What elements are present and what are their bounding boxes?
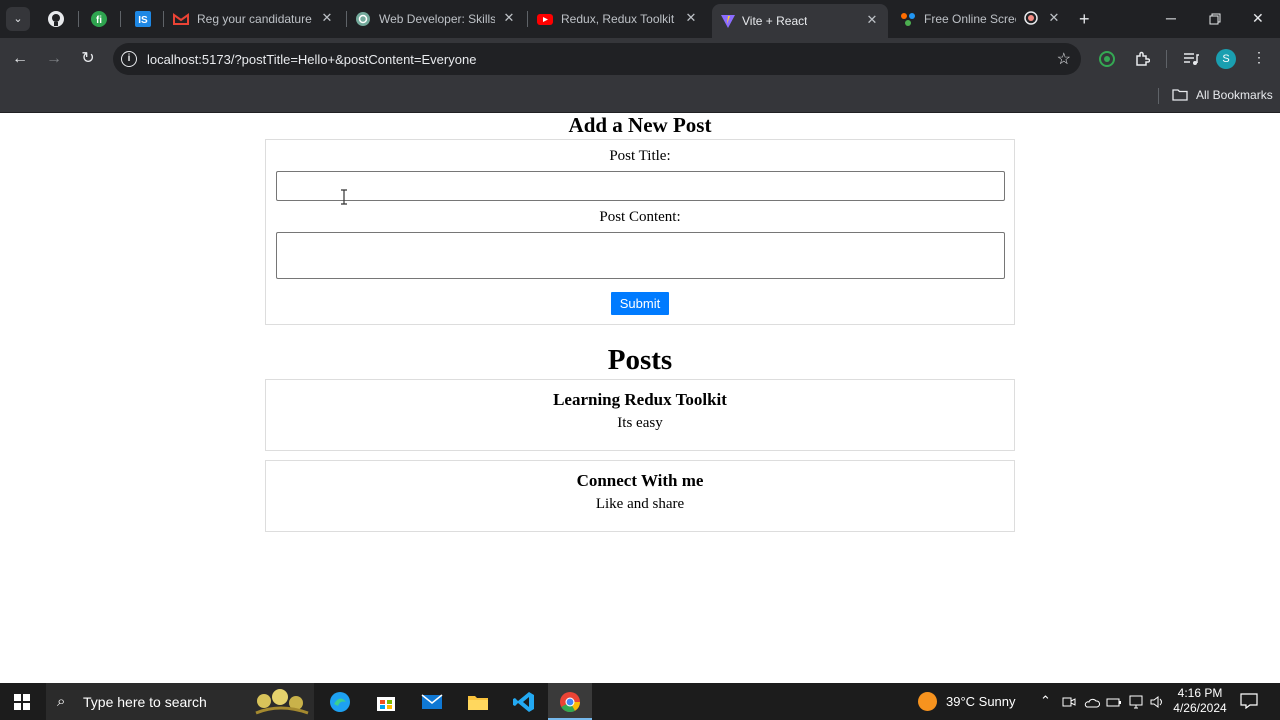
post-card: Learning Redux Toolkit Its easy [265, 379, 1015, 451]
tab-search-chevron-icon[interactable]: ⌄ [6, 7, 30, 31]
weather-text[interactable]: 39°C Sunny [946, 694, 1016, 709]
system-clock[interactable]: 4:16 PM 4/26/2024 [1170, 686, 1230, 716]
notification-center-icon[interactable] [1240, 693, 1258, 709]
fi-icon[interactable]: fi [88, 8, 110, 30]
close-tab-icon[interactable]: ✕ [683, 10, 699, 26]
bookmark-star-icon[interactable]: ☆ [1057, 49, 1071, 69]
menu-kebab-icon[interactable]: ⋮ [1252, 49, 1266, 66]
show-hidden-icons-chevron-icon[interactable]: ⌃ [1040, 693, 1051, 709]
page-content: Add a New Post Post Title: Post Content:… [0, 113, 1280, 683]
clock-date: 4/26/2024 [1173, 701, 1227, 715]
tab-title: Web Developer: Skills a [379, 12, 495, 26]
battery-icon[interactable] [1106, 695, 1122, 709]
posts-heading: Posts [607, 344, 673, 376]
post-title: Connect With me [576, 471, 704, 490]
chrome-icon[interactable] [558, 690, 582, 714]
volume-icon[interactable] [1150, 695, 1166, 709]
text-cursor-icon [341, 189, 347, 205]
youtube-icon [537, 14, 553, 25]
search-icon: ⌕ [57, 693, 66, 710]
gmail-icon [173, 13, 189, 25]
network-icon[interactable] [1128, 695, 1144, 709]
tab-title: Free Online Screen [924, 12, 1016, 26]
back-arrow-icon[interactable]: ← [11, 50, 29, 68]
restore-icon[interactable] [1209, 13, 1221, 25]
extension-green-icon[interactable] [1099, 51, 1115, 67]
minimize-icon[interactable]: ─ [1166, 10, 1176, 26]
profile-avatar[interactable]: S [1216, 49, 1236, 69]
all-bookmarks-link[interactable]: All Bookmarks [1196, 88, 1273, 102]
bookmarks-bar: All Bookmarks [0, 80, 1280, 113]
close-window-icon[interactable]: ✕ [1252, 10, 1264, 27]
svg-text:IS: IS [138, 15, 148, 26]
folder-icon [1172, 89, 1188, 101]
mail-icon[interactable] [420, 690, 444, 714]
add-post-heading: Add a New Post [568, 113, 712, 137]
taskbar-search-box[interactable]: ⌕ Type here to search [46, 683, 314, 720]
tab-redux-youtube[interactable]: Redux, Redux Toolkit Tu ✕ [537, 6, 707, 32]
tab-title: Vite + React [742, 14, 808, 28]
close-tab-icon[interactable]: ✕ [1046, 10, 1062, 26]
post-content: Its easy [617, 415, 663, 431]
tab-separator [346, 11, 347, 27]
bookmarks-separator [1158, 88, 1159, 104]
onedrive-cloud-icon[interactable] [1084, 695, 1100, 709]
forward-arrow-icon[interactable]: → [45, 50, 63, 68]
taskbar-search-placeholder: Type here to search [83, 694, 207, 710]
toolbar-separator [1166, 50, 1167, 68]
url-text[interactable]: localhost:5173/?postTitle=Hello+&postCon… [147, 52, 476, 67]
close-tab-icon[interactable]: ✕ [864, 12, 880, 28]
tab-separator [163, 11, 164, 27]
address-bar[interactable]: i localhost:5173/?postTitle=Hello+&postC… [113, 43, 1081, 75]
tab-separator [120, 11, 121, 27]
new-tab-plus-icon[interactable]: + [1079, 10, 1090, 28]
edge-icon[interactable] [328, 690, 352, 714]
tab-strip: ⌄ fi IS Reg your candidature ✕ Web Devel… [0, 0, 1280, 38]
extensions-puzzle-icon[interactable] [1134, 51, 1150, 67]
add-post-form: Post Title: Post Content: Submit [265, 139, 1015, 325]
tab-title: Reg your candidature [197, 12, 312, 26]
recording-icon [1024, 11, 1038, 25]
post-title-input[interactable] [276, 171, 1005, 201]
submit-button[interactable]: Submit [611, 292, 669, 315]
clock-time: 4:16 PM [1177, 686, 1223, 700]
reload-icon[interactable]: ↻ [79, 50, 97, 68]
weather-sun-icon[interactable] [918, 692, 937, 711]
tab-separator [78, 11, 79, 27]
tab-separator [527, 11, 528, 27]
tab-title: Redux, Redux Toolkit Tu [561, 12, 677, 26]
post-title-label: Post Title: [609, 148, 671, 164]
post-card: Connect With me Like and share [265, 460, 1015, 532]
tab-web-developer[interactable]: Web Developer: Skills a ✕ [355, 6, 525, 32]
vscode-icon[interactable] [512, 690, 536, 714]
meet-now-icon[interactable] [1062, 695, 1076, 709]
search-highlight-illustration [255, 689, 309, 715]
site-info-icon[interactable]: i [121, 51, 137, 67]
github-icon[interactable] [45, 8, 67, 30]
file-explorer-icon[interactable] [466, 690, 490, 714]
windows-taskbar: ⌕ Type here to search 39°C Sunny ⌃ 4:16 … [0, 683, 1280, 720]
media-queue-icon[interactable] [1183, 51, 1199, 67]
microsoft-store-icon[interactable] [374, 690, 398, 714]
tab-screen-recorder[interactable]: Free Online Screen ✕ [900, 6, 1066, 32]
close-tab-icon[interactable]: ✕ [319, 10, 335, 26]
post-content: Like and share [595, 496, 685, 512]
screen-recorder-icon [901, 13, 915, 26]
post-title: Learning Redux Toolkit [553, 390, 727, 409]
tab-gmail[interactable]: Reg your candidature ✕ [173, 6, 343, 32]
windows-start-icon[interactable] [14, 694, 30, 710]
post-content-label: Post Content: [599, 209, 681, 225]
vite-icon [721, 15, 735, 28]
svg-text:fi: fi [96, 15, 102, 26]
chatgpt-icon [356, 12, 370, 26]
is-icon[interactable]: IS [132, 8, 154, 30]
post-content-textarea[interactable] [276, 232, 1005, 279]
close-tab-icon[interactable]: ✕ [501, 10, 517, 26]
tab-vite-react[interactable]: Vite + React ✕ [712, 4, 888, 38]
browser-toolbar: ← → ↻ i localhost:5173/?postTitle=Hello+… [0, 38, 1280, 80]
